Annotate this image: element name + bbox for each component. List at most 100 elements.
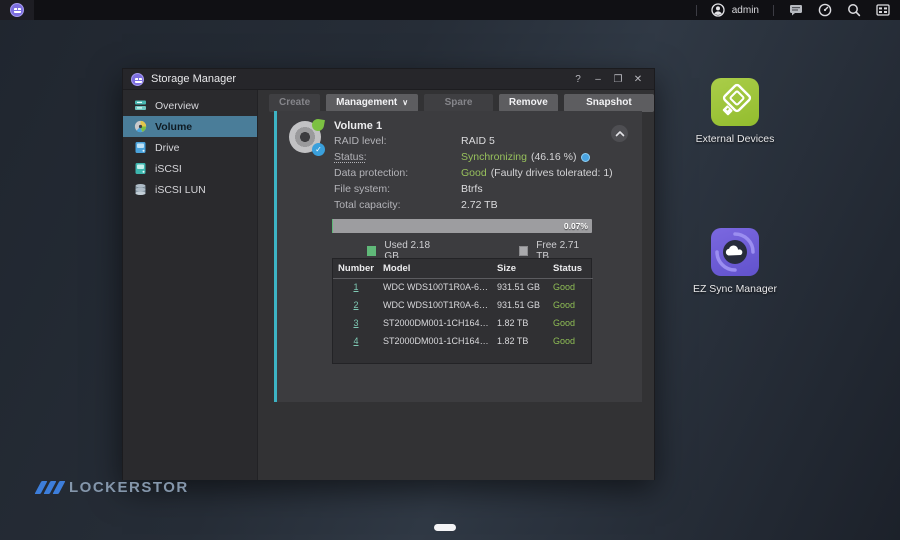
field-label: Total capacity:: [334, 199, 461, 211]
table-row[interactable]: 3 ST2000DM001-1CH164 (S/N: W1... 1.82 TB…: [333, 314, 593, 332]
close-button[interactable]: ✕: [630, 72, 646, 87]
brand-slashes-icon: [38, 481, 62, 494]
avatar-icon: [711, 3, 726, 18]
table-row[interactable]: 1 WDC WDS100T1R0A-68A4W0 (S... 931.51 GB…: [333, 278, 593, 296]
drive-status: Good: [549, 332, 593, 350]
used-percent-label: 0.07%: [564, 219, 588, 233]
protection-value: Good: [461, 167, 487, 179]
field-raid-level: RAID level: RAID 5: [334, 133, 624, 149]
sidebar-item-volume[interactable]: Volume: [123, 116, 257, 137]
check-badge-icon: ✓: [312, 143, 325, 156]
volume-page: Create Management∨ Spare Drive Remove Sn…: [258, 90, 654, 480]
drive-model: ST2000DM001-1CH164 (S/N: W1...: [379, 314, 493, 332]
help-button[interactable]: ?: [570, 72, 586, 87]
storage-manager-sidebar: Overview Volume Drive: [123, 90, 258, 480]
desktop-icon-label: EZ Sync Manager: [687, 283, 783, 295]
iscsi-lun-icon: [133, 183, 147, 197]
col-model: Model: [379, 259, 493, 278]
field-label: Status:: [334, 151, 461, 163]
chevron-down-icon: ∨: [402, 98, 408, 107]
col-size: Size: [493, 259, 549, 278]
sidebar-item-label: Volume: [155, 121, 192, 133]
taskbar-app-indicator[interactable]: [434, 524, 456, 531]
sidebar-item-label: Drive: [155, 142, 180, 154]
volume-toolbar: Create Management∨ Spare Drive Remove Sn…: [258, 90, 654, 113]
desktop-icon-label: External Devices: [687, 133, 783, 145]
drive-size: 931.51 GB: [493, 296, 549, 314]
drive-model: WDC WDS100T1R0A-68A4W0 (S...: [379, 296, 493, 314]
volume-fields: RAID level: RAID 5 Status: Synchronizing…: [334, 133, 624, 213]
volume-title: Volume 1: [334, 120, 382, 132]
maximize-button[interactable]: ❐: [610, 72, 626, 87]
status-value: Synchronizing: [461, 151, 527, 163]
taskbar: admin: [0, 0, 900, 20]
create-button[interactable]: Create: [269, 94, 320, 112]
lockerstor-logo: LOCKERSTOR: [38, 479, 189, 496]
overview-icon: [133, 99, 147, 113]
used-swatch: [367, 246, 376, 256]
minimize-button[interactable]: –: [590, 72, 606, 87]
drive-table: Number Model Size Status 1 WDC WDS100T1R…: [332, 258, 592, 364]
sidebar-item-label: iSCSI LUN: [155, 184, 206, 196]
col-number: Number: [333, 259, 379, 278]
field-label: Data protection:: [334, 167, 461, 179]
username-label: admin: [732, 5, 759, 16]
table-row[interactable]: 2 WDC WDS100T1R0A-68A4W0 (S... 931.51 GB…: [333, 296, 593, 314]
status-percent: (46.16 %): [531, 151, 577, 163]
snapshot-center-button[interactable]: Snapshot Center: [564, 94, 654, 112]
sidebar-item-iscsi[interactable]: iSCSI: [123, 158, 257, 179]
user-menu[interactable]: admin: [711, 3, 759, 18]
volume-icon: [133, 120, 147, 134]
app-launcher-button[interactable]: [0, 0, 34, 20]
sidebar-item-iscsi-lun[interactable]: iSCSI LUN: [123, 179, 257, 200]
volume-disc-icon: ✓: [289, 121, 323, 155]
field-value: RAID 5: [461, 135, 495, 147]
iscsi-icon: [133, 162, 147, 176]
field-value: 2.72 TB: [461, 199, 498, 211]
window-titlebar[interactable]: Storage Manager ? – ❐ ✕: [123, 69, 654, 90]
free-swatch: [519, 246, 529, 256]
desktop: admin External: [0, 0, 900, 540]
storage-manager-window: Storage Manager ? – ❐ ✕ Overview: [122, 68, 655, 480]
field-label: RAID level:: [334, 135, 461, 147]
external-devices-icon: [711, 78, 759, 126]
brand-name: LOCKERSTOR: [69, 479, 189, 496]
sidebar-item-overview[interactable]: Overview: [123, 95, 257, 116]
desktop-icon-external-devices[interactable]: External Devices: [687, 78, 783, 145]
drive-icon: [133, 141, 147, 155]
used-segment: [332, 219, 333, 233]
window-title: Storage Manager: [151, 73, 236, 85]
spare-drive-button[interactable]: Spare Drive: [424, 94, 493, 112]
ez-sync-manager-icon: [711, 228, 759, 276]
field-total-capacity: Total capacity: 2.72 TB: [334, 197, 624, 213]
table-row[interactable]: 4 ST2000DM001-1CH164 (S/N: W1... 1.82 TB…: [333, 332, 593, 350]
storage-manager-app-icon: [131, 73, 144, 86]
remove-button[interactable]: Remove: [499, 94, 558, 112]
sidebar-item-label: Overview: [155, 100, 199, 112]
sync-progress-icon: [581, 153, 590, 162]
desktop-icon-ez-sync-manager[interactable]: EZ Sync Manager: [687, 228, 783, 295]
drive-size: 931.51 GB: [493, 278, 549, 296]
drive-number-link[interactable]: 3: [353, 318, 358, 328]
notifications-icon[interactable]: [788, 3, 803, 18]
drive-model: ST2000DM001-1CH164 (S/N: W1...: [379, 332, 493, 350]
volume-panel: ✓ Volume 1 RAID level: RAID 5 Status:: [274, 111, 642, 402]
management-button[interactable]: Management∨: [326, 94, 418, 112]
drive-number-link[interactable]: 2: [353, 300, 358, 310]
taskbar-divider: [773, 5, 774, 16]
field-file-system: File system: Btrfs: [334, 181, 624, 197]
search-icon[interactable]: [846, 3, 861, 18]
drive-number-link[interactable]: 4: [353, 336, 358, 346]
drive-status: Good: [549, 296, 593, 314]
asustor-logo-icon: [10, 3, 24, 17]
resource-monitor-icon[interactable]: [817, 3, 832, 18]
sidebar-item-drive[interactable]: Drive: [123, 137, 257, 158]
drive-number-link[interactable]: 1: [353, 282, 358, 292]
drive-status: Good: [549, 314, 593, 332]
field-status: Status: Synchronizing (46.16 %): [334, 149, 624, 165]
col-status: Status: [549, 259, 593, 278]
field-value: Btrfs: [461, 183, 483, 195]
widgets-icon[interactable]: [875, 3, 890, 18]
drive-model: WDC WDS100T1R0A-68A4W0 (S...: [379, 278, 493, 296]
protection-detail: (Faulty drives tolerated: 1): [491, 167, 613, 179]
